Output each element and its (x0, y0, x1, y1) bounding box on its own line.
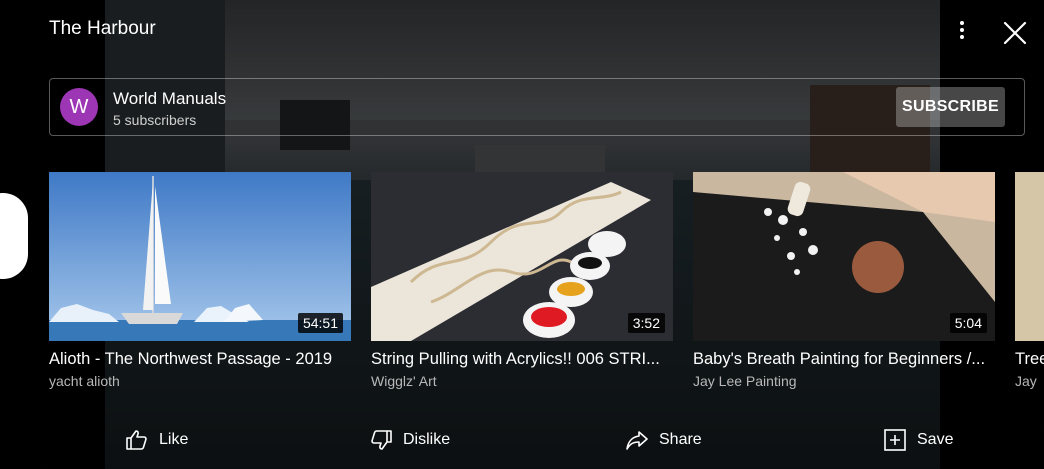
duration-badge: 3:52 (627, 313, 665, 333)
video-card-title[interactable]: Baby's Breath Painting for Beginners /..… (693, 350, 995, 369)
player-overlay: The Harbour W World Manuals 5 subscriber… (0, 0, 1044, 469)
save-label: Save (917, 431, 954, 448)
video-card-channel: Wigglz' Art (371, 373, 437, 389)
thumb-down-icon (371, 430, 392, 450)
video-thumbnail[interactable]: 54:51 (49, 172, 351, 341)
share-arrow-icon (626, 431, 648, 450)
video-thumbnail[interactable]: 3:52 (371, 172, 673, 341)
screen-notch (0, 193, 28, 279)
video-thumbnail[interactable]: 5:04 (693, 172, 995, 341)
duration-badge: 5:04 (949, 313, 987, 333)
video-card-channel: Jay (1015, 373, 1037, 389)
video-card[interactable]: 3:52 String Pulling with Acrylics!! 006 … (371, 172, 673, 389)
playlist-add-icon (884, 429, 906, 451)
duration-badge: 54:51 (297, 313, 343, 333)
like-label: Like (159, 431, 189, 448)
more-vert-icon[interactable] (950, 18, 974, 46)
subscribe-button[interactable]: SUBSCRIBE (896, 87, 1005, 127)
video-card-title[interactable]: Tree (1015, 350, 1044, 369)
channel-bar[interactable]: W World Manuals 5 subscribers SUBSCRIBE (49, 78, 1025, 136)
share-button[interactable]: Share (625, 423, 702, 457)
thumb-up-icon (126, 430, 147, 450)
video-card[interactable]: 54:51 Alioth - The Northwest Passage - 2… (49, 172, 351, 389)
save-button[interactable]: Save (883, 423, 953, 457)
dislike-label: Dislike (403, 431, 451, 448)
video-card-channel: yacht alioth (49, 373, 120, 389)
video-card[interactable]: 5:04 Baby's Breath Painting for Beginner… (693, 172, 995, 389)
share-label: Share (659, 431, 702, 448)
video-card-title[interactable]: String Pulling with Acrylics!! 006 STRI.… (371, 350, 673, 369)
video-card-title[interactable]: Alioth - The Northwest Passage - 2019 (49, 350, 351, 369)
video-card[interactable]: Tree Jay (1015, 172, 1044, 389)
action-bar: Like Dislike Share Save (0, 423, 1044, 457)
close-icon[interactable] (1002, 20, 1028, 46)
video-thumbnail[interactable] (1015, 172, 1044, 341)
like-button[interactable]: Like (125, 423, 188, 457)
video-title: The Harbour (49, 18, 156, 39)
video-card-channel: Jay Lee Painting (693, 373, 797, 389)
subscriber-count: 5 subscribers (113, 112, 197, 128)
dislike-button[interactable]: Dislike (369, 423, 450, 457)
channel-name[interactable]: World Manuals (113, 89, 226, 109)
avatar[interactable]: W (60, 88, 98, 126)
